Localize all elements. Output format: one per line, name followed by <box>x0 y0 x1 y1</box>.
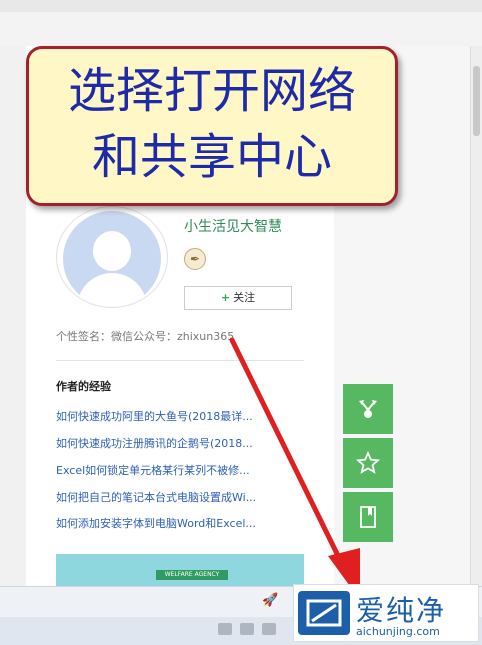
watermark-logo-icon <box>298 591 350 635</box>
watermark: 爱纯净 aichunjing.com <box>293 584 479 642</box>
red-arrow-annotation <box>229 337 360 600</box>
watermark-title: 爱纯净 <box>356 594 447 627</box>
watermark-url: aichunjing.com <box>356 625 440 638</box>
